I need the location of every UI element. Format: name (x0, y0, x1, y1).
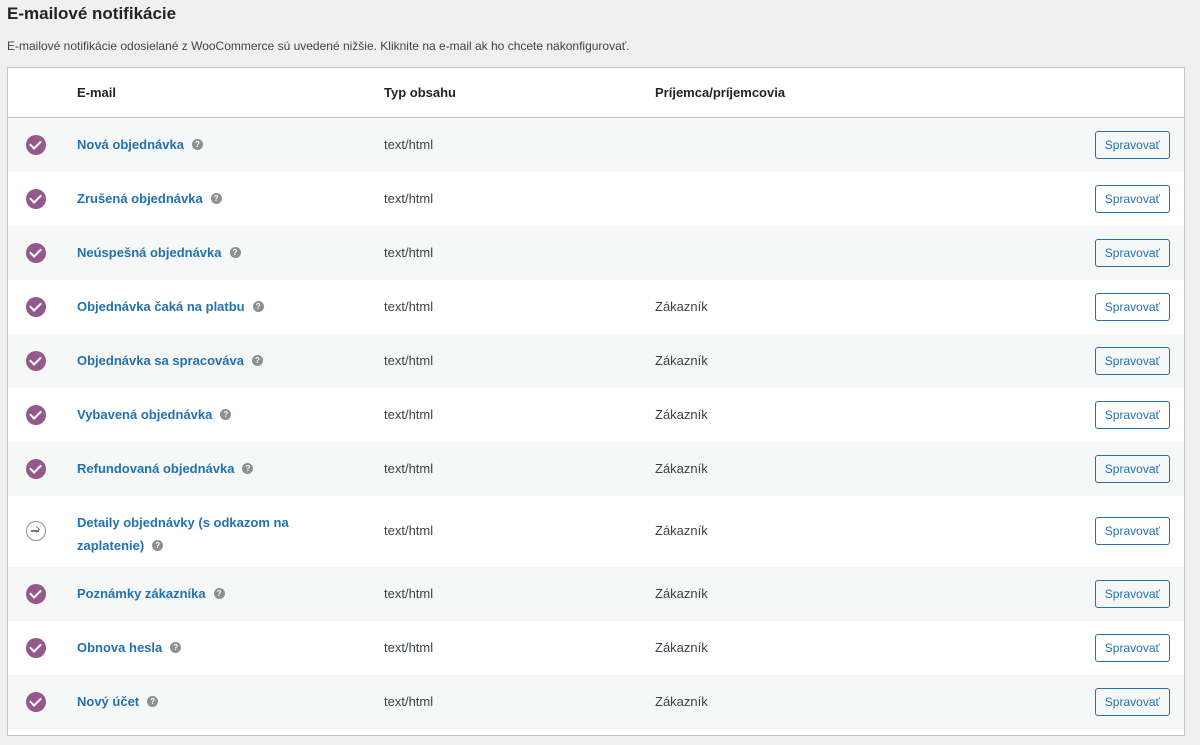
manage-button[interactable]: Spravovať (1094, 401, 1170, 429)
email-link-refunded-order[interactable]: Refundovaná objednávka (77, 461, 234, 476)
help-question-icon[interactable]: ? (170, 642, 182, 654)
manage-button[interactable]: Spravovať (1094, 634, 1170, 662)
help-question-icon[interactable]: ? (213, 588, 225, 600)
email-link-reset-password[interactable]: Obnova hesla (77, 640, 162, 655)
page-title: E-mailové notifikácie (7, 4, 177, 23)
email-name-cell: Nová objednávka? (77, 134, 337, 156)
recipient-cell: Zákazník (655, 523, 708, 538)
content-type-cell: text/html (384, 461, 434, 476)
email-name-cell: Objednávka čaká na platbu? (77, 296, 337, 318)
email-name-cell: Zrušená objednávka? (77, 188, 337, 210)
manage-button[interactable]: Spravovať (1094, 293, 1170, 321)
email-link-completed-order[interactable]: Vybavená objednávka (77, 407, 212, 422)
email-link-customer-note[interactable]: Poznámky zákazníka (77, 586, 206, 601)
content-type-cell: text/html (384, 407, 434, 422)
recipient-cell: Zákazník (655, 461, 708, 476)
email-name-cell: Obnova hesla? (77, 637, 337, 659)
content-type-cell: text/html (384, 137, 434, 152)
header-recipients: Príjemca/príjemcovia (655, 85, 786, 100)
help-question-icon[interactable]: ? (191, 139, 203, 151)
help-question-icon[interactable]: ? (242, 463, 254, 475)
email-notifications-table: E-mail Typ obsahu Príjemca/príjemcovia N… (7, 67, 1185, 736)
table-row: Objednávka čaká na platbu? text/html Zák… (8, 280, 1184, 334)
content-type-cell: text/html (384, 353, 434, 368)
email-link-processing-order[interactable]: Objednávka sa spracováva (77, 353, 244, 368)
recipient-cell: Zákazník (655, 353, 708, 368)
check-circle-icon (26, 135, 46, 155)
email-link-cancelled-order[interactable]: Zrušená objednávka (77, 191, 203, 206)
manage-button[interactable]: Spravovať (1094, 688, 1170, 716)
check-circle-icon (26, 189, 46, 209)
table-row: Nová objednávka? text/html Spravovať (8, 118, 1184, 172)
email-link-new-account[interactable]: Nový účet (77, 694, 139, 709)
table-header: E-mail Typ obsahu Príjemca/príjemcovia (8, 68, 1184, 118)
help-question-icon[interactable]: ? (251, 355, 263, 367)
manage-button[interactable]: Spravovať (1094, 517, 1170, 545)
email-link-failed-order[interactable]: Neúspešná objednávka (77, 245, 222, 260)
content-type-cell: text/html (384, 586, 434, 601)
table-row: Detaily objednávky (s odkazom na zaplate… (8, 496, 1184, 567)
content-type-cell: text/html (384, 523, 434, 538)
manage-button[interactable]: Spravovať (1094, 580, 1170, 608)
content-type-cell: text/html (384, 694, 434, 709)
content-type-cell: text/html (384, 191, 434, 206)
check-circle-icon (26, 692, 46, 712)
email-link-new-order[interactable]: Nová objednávka (77, 137, 184, 152)
table-body: Nová objednávka? text/html Spravovať Zru… (8, 118, 1184, 729)
email-name-cell: Neúspešná objednávka? (77, 242, 337, 264)
recipient-cell: Zákazník (655, 407, 708, 422)
check-circle-icon (26, 638, 46, 658)
email-name-cell: Refundovaná objednávka? (77, 458, 337, 480)
manage-button[interactable]: Spravovať (1094, 131, 1170, 159)
email-name-cell: Poznámky zákazníka? (77, 583, 337, 605)
recipient-cell: Zákazník (655, 694, 708, 709)
page-description: E-mailové notifikácie odosielané z WooCo… (7, 39, 630, 53)
table-row: Poznámky zákazníka? text/html Zákazník S… (8, 567, 1184, 621)
table-row: Neúspešná objednávka? text/html Spravova… (8, 226, 1184, 280)
manage-button[interactable]: Spravovať (1094, 347, 1170, 375)
help-question-icon[interactable]: ? (252, 301, 264, 313)
email-name-cell: Detaily objednávky (s odkazom na zaplate… (77, 511, 337, 557)
help-question-icon[interactable]: ? (152, 540, 164, 552)
table-row: Vybavená objednávka? text/html Zákazník … (8, 388, 1184, 442)
manage-button[interactable]: Spravovať (1094, 185, 1170, 213)
table-row: Refundovaná objednávka? text/html Zákazn… (8, 442, 1184, 496)
email-name-cell: Objednávka sa spracováva? (77, 350, 337, 372)
email-name-cell: Nový účet? (77, 691, 337, 713)
help-question-icon[interactable]: ? (220, 409, 232, 421)
help-question-icon[interactable]: ? (210, 193, 222, 205)
check-circle-icon (26, 297, 46, 317)
email-link-on-hold-order[interactable]: Objednávka čaká na platbu (77, 299, 245, 314)
header-email: E-mail (77, 85, 117, 100)
table-row: Objednávka sa spracováva? text/html Záka… (8, 334, 1184, 388)
manage-button[interactable]: Spravovať (1094, 239, 1170, 267)
check-circle-icon (26, 405, 46, 425)
table-row: Obnova hesla? text/html Zákazník Spravov… (8, 621, 1184, 675)
arrow-circle-icon (26, 521, 46, 541)
recipient-cell: Zákazník (655, 640, 708, 655)
email-settings-page: E-mailové notifikácie E-mailové notifiká… (0, 0, 1200, 745)
email-name-cell: Vybavená objednávka? (77, 404, 337, 426)
table-row: Nový účet? text/html Zákazník Spravovať (8, 675, 1184, 729)
help-question-icon[interactable]: ? (147, 696, 159, 708)
header-content-type: Typ obsahu (384, 85, 456, 100)
check-circle-icon (26, 243, 46, 263)
recipient-cell: Zákazník (655, 299, 708, 314)
table-row: Zrušená objednávka? text/html Spravovať (8, 172, 1184, 226)
check-circle-icon (26, 351, 46, 371)
content-type-cell: text/html (384, 640, 434, 655)
check-circle-icon (26, 584, 46, 604)
content-type-cell: text/html (384, 299, 434, 314)
content-type-cell: text/html (384, 245, 434, 260)
recipient-cell: Zákazník (655, 586, 708, 601)
check-circle-icon (26, 459, 46, 479)
email-link-customer-invoice[interactable]: Detaily objednávky (s odkazom na zaplate… (77, 515, 289, 553)
manage-button[interactable]: Spravovať (1094, 455, 1170, 483)
help-question-icon[interactable]: ? (229, 247, 241, 259)
